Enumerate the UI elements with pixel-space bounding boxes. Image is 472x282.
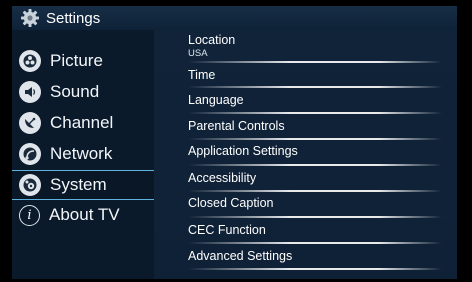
satellite-dish-icon bbox=[19, 112, 41, 134]
sidebar-item-label: Sound bbox=[50, 82, 100, 101]
sidebar-item-about-tv[interactable]: i About TV bbox=[12, 201, 154, 229]
menu-item-application-settings[interactable]: Application Settings bbox=[188, 144, 438, 158]
sidebar: Picture Sound Channel Network System i A… bbox=[12, 30, 154, 279]
menu-item-accessibility[interactable]: Accessibility bbox=[188, 171, 438, 185]
menu-item-label: Location bbox=[188, 33, 236, 47]
divider bbox=[188, 190, 442, 192]
sidebar-item-label: About TV bbox=[49, 205, 120, 224]
menu-item-label: Accessibility bbox=[188, 171, 257, 185]
menu-item-language[interactable]: Language bbox=[188, 93, 438, 107]
menu-item-label: Closed Caption bbox=[188, 196, 274, 210]
divider bbox=[188, 61, 442, 63]
gear-icon bbox=[21, 9, 39, 27]
menu-item-label: CEC Function bbox=[188, 223, 266, 237]
menu-item-closed-caption[interactable]: Closed Caption bbox=[188, 196, 438, 210]
system-icon bbox=[19, 174, 41, 196]
divider bbox=[188, 86, 442, 88]
picture-icon bbox=[19, 50, 41, 72]
sidebar-item-network[interactable]: Network bbox=[12, 140, 154, 168]
header-bar: Settings bbox=[12, 6, 457, 30]
settings-window: Settings Picture Sound Channel Network S… bbox=[12, 6, 457, 279]
divider bbox=[188, 216, 442, 218]
info-icon: i bbox=[19, 204, 40, 226]
tv-screen: Settings Picture Sound Channel Network S… bbox=[0, 0, 472, 282]
divider bbox=[188, 242, 442, 244]
menu-item-location[interactable]: Location USA bbox=[188, 33, 438, 59]
network-icon bbox=[19, 143, 41, 165]
menu-item-label: Parental Controls bbox=[188, 119, 285, 133]
menu-item-time[interactable]: Time bbox=[188, 68, 438, 82]
settings-list: Location USA Time Language Parental Cont… bbox=[154, 30, 457, 279]
sidebar-item-label: Picture bbox=[50, 51, 103, 70]
sidebar-item-system[interactable]: System bbox=[12, 170, 154, 200]
menu-item-advanced-settings[interactable]: Advanced Settings bbox=[188, 249, 438, 263]
menu-item-label: Application Settings bbox=[188, 144, 298, 158]
location-value: USA bbox=[188, 48, 208, 59]
menu-item-cec-function[interactable]: CEC Function bbox=[188, 223, 438, 237]
sidebar-item-channel[interactable]: Channel bbox=[12, 109, 154, 137]
speaker-icon bbox=[19, 81, 41, 103]
sidebar-item-sound[interactable]: Sound bbox=[12, 78, 154, 106]
divider bbox=[188, 164, 442, 166]
divider bbox=[188, 268, 442, 270]
divider bbox=[188, 112, 442, 114]
menu-item-label: Time bbox=[188, 68, 216, 82]
sidebar-item-label: Network bbox=[50, 144, 113, 163]
sidebar-item-picture[interactable]: Picture bbox=[12, 47, 154, 75]
divider bbox=[188, 138, 442, 140]
page-title: Settings bbox=[46, 9, 101, 27]
sidebar-item-label: Channel bbox=[50, 113, 114, 132]
menu-item-label: Language bbox=[188, 93, 244, 107]
menu-item-parental-controls[interactable]: Parental Controls bbox=[188, 119, 438, 133]
sidebar-item-label: System bbox=[50, 175, 107, 194]
menu-item-label: Advanced Settings bbox=[188, 249, 293, 263]
